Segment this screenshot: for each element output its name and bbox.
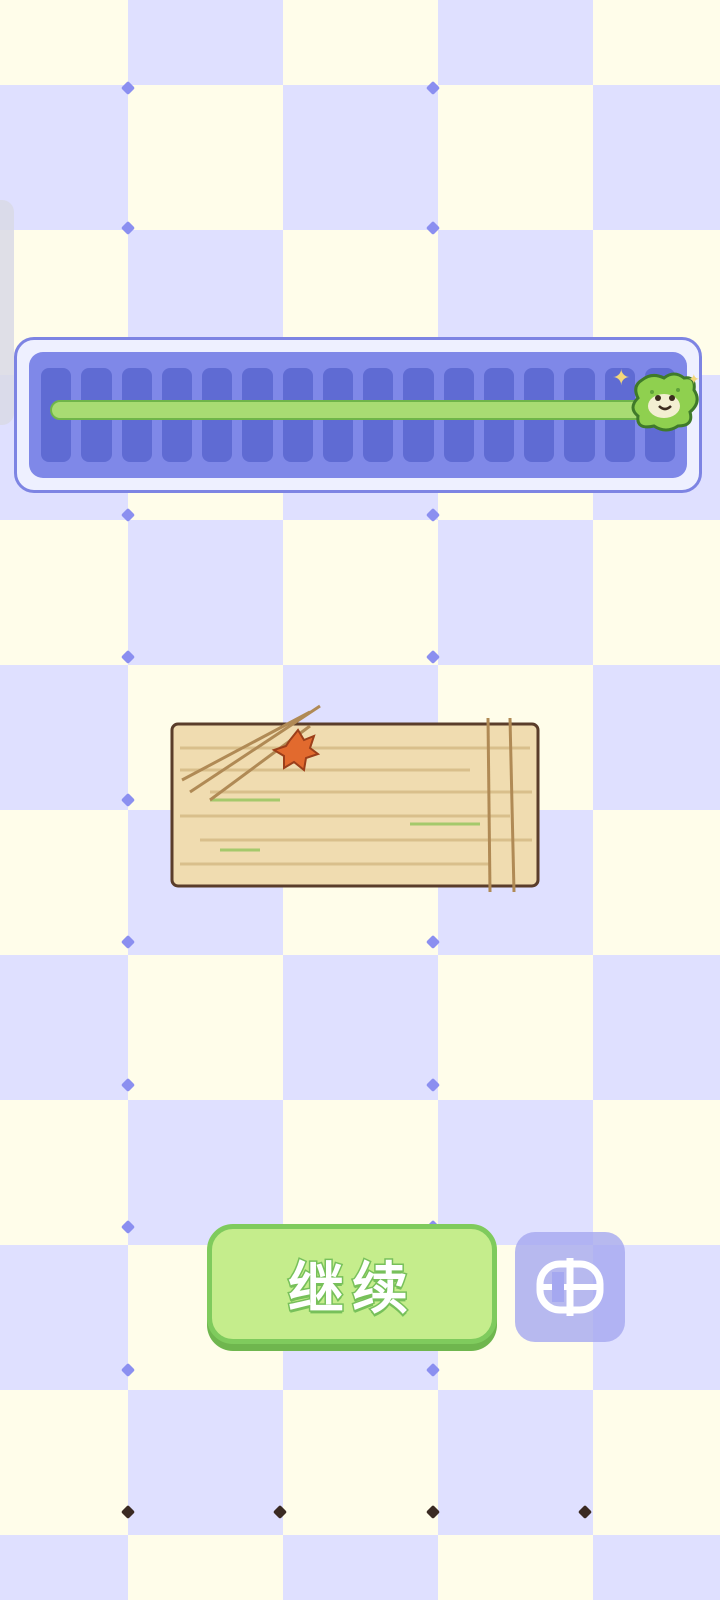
grid-marker bbox=[425, 80, 441, 96]
film-reel-icon-button[interactable] bbox=[515, 1232, 625, 1342]
grid-marker bbox=[120, 792, 136, 808]
grid-marker bbox=[120, 80, 136, 96]
grid-marker bbox=[425, 649, 441, 665]
grid-marker bbox=[120, 1077, 136, 1093]
grid-marker bbox=[120, 649, 136, 665]
grid-marker bbox=[577, 1504, 593, 1520]
continue-button[interactable]: 继续 bbox=[207, 1224, 497, 1344]
side-drawer-handle[interactable] bbox=[0, 200, 14, 425]
progress-fill bbox=[50, 400, 648, 420]
grid-marker bbox=[120, 220, 136, 236]
grid-marker bbox=[425, 507, 441, 523]
grid-marker bbox=[425, 934, 441, 950]
grid-marker bbox=[120, 1504, 136, 1520]
grid-marker bbox=[120, 934, 136, 950]
film-reel-icon bbox=[536, 1258, 604, 1316]
sparkle-icon: ✦ bbox=[688, 372, 700, 388]
grid-marker bbox=[120, 507, 136, 523]
level-progress-bar bbox=[14, 337, 702, 493]
grid-marker bbox=[425, 1077, 441, 1093]
sparkle-icon: ✦ bbox=[612, 366, 631, 391]
grid-marker bbox=[425, 1504, 441, 1520]
grid-marker bbox=[120, 1219, 136, 1235]
grid-marker bbox=[425, 1362, 441, 1378]
grid-marker bbox=[272, 1504, 288, 1520]
grid-marker bbox=[120, 1362, 136, 1378]
wooden-plank-board bbox=[170, 700, 550, 910]
grid-marker bbox=[425, 220, 441, 236]
